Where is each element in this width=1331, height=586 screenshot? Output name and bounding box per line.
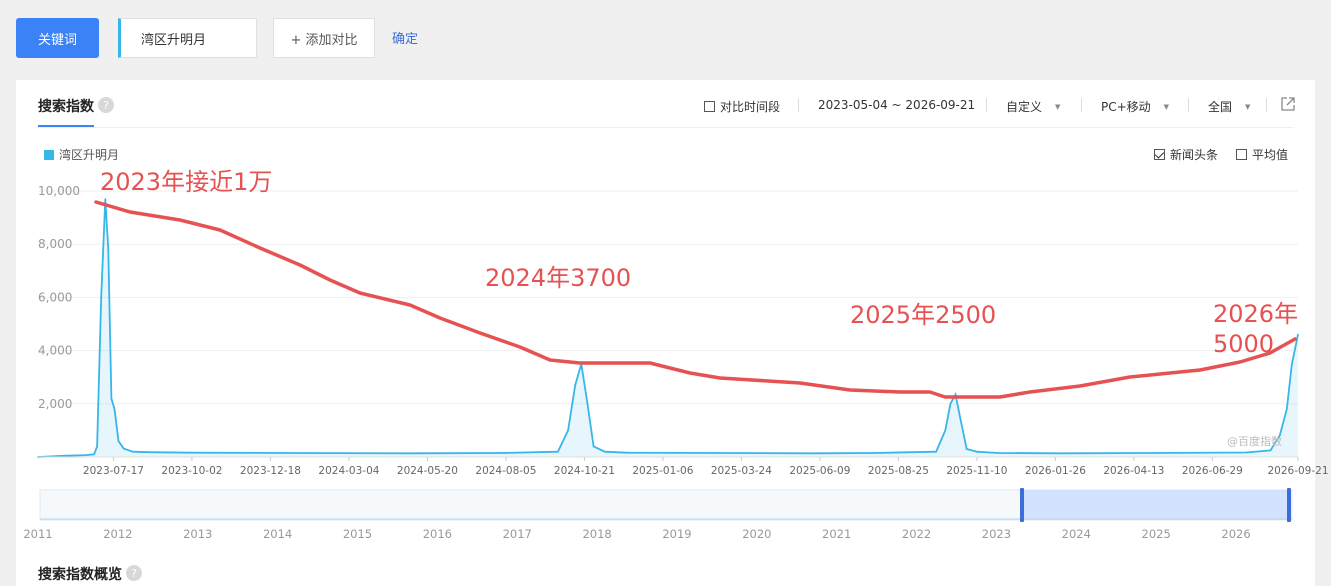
data-point [959, 419, 962, 421]
data-point [1297, 333, 1299, 336]
timeline-tick-label: 2014 [263, 527, 292, 541]
x-tick-label: 2025-03-24 [711, 465, 772, 477]
data-point [1291, 363, 1293, 365]
x-tick-label: 2026-04-13 [1103, 465, 1164, 477]
timeline-tick-label: 2018 [582, 527, 611, 541]
x-tick-label: 2025-08-25 [868, 465, 929, 477]
annotation-label: 5000 [1213, 330, 1274, 358]
data-point [113, 408, 116, 410]
data-point [85, 454, 87, 456]
series-points [37, 198, 1299, 458]
data-point [954, 393, 957, 396]
x-tick-label: 2024-03-04 [318, 465, 379, 477]
x-tick-label: 2023-10-02 [161, 465, 222, 477]
x-tick-label: 2024-08-05 [475, 465, 536, 477]
data-point [501, 452, 503, 454]
data-point [65, 454, 68, 457]
timeline-brush: 2011 2012 2013 2014 2015 2016 2017 2018 2019 2020… [23, 488, 1293, 541]
x-tick-label: 2024-05-20 [397, 465, 458, 477]
x-axis: 2023-07-17 2023-10-02 2023-12-18 2024-03-04… [38, 456, 1329, 477]
data-point [935, 450, 937, 453]
x-tick-label: 2025-01-06 [632, 465, 693, 477]
data-point [949, 403, 952, 405]
annotation-label: 2026年 [1213, 300, 1298, 328]
timeline-tick-label: 2015 [343, 527, 372, 541]
data-point [1269, 449, 1272, 452]
watermark: @百度指数 [1227, 434, 1282, 448]
x-tick-label: 2024-10-21 [554, 465, 615, 477]
data-point [190, 451, 192, 454]
timeline-tick-label: 2019 [662, 527, 691, 541]
x-tick-label: 2026-09-21 [1267, 465, 1328, 477]
data-point [574, 384, 576, 387]
x-tick-label: 2026-06-29 [1182, 465, 1243, 477]
y-tick-label: 2,000 [38, 397, 72, 411]
series-area [38, 199, 1298, 457]
data-point [1245, 451, 1247, 454]
data-point [965, 448, 968, 450]
data-point [407, 452, 409, 455]
data-point [93, 453, 95, 456]
annotations: 2023年接近1万 2024年3700 2025年2500 2026年5000 [100, 168, 1298, 358]
search-index-chart: 10,0008,0006,0004,0002,000 2023-07-17 202… [23, 168, 1329, 541]
timeline-tick-label: 2023 [982, 527, 1011, 541]
x-tick-label: 2023-07-17 [83, 465, 144, 477]
x-tick-label: 2026-01-26 [1025, 465, 1086, 477]
timeline-handle-right [1287, 488, 1291, 522]
data-point [96, 445, 98, 448]
data-point [567, 429, 569, 432]
data-point [107, 248, 110, 251]
data-point [944, 429, 947, 432]
annotation-label: 2025年2500 [850, 301, 996, 329]
y-tick-label: 10,000 [38, 184, 80, 198]
timeline-tick-label: 2013 [183, 527, 212, 541]
data-point [586, 403, 589, 405]
annotation-trend-line [94, 200, 1297, 399]
timeline-tick-label: 2016 [423, 527, 452, 541]
timeline-handle-left [1020, 488, 1024, 522]
data-point [1286, 408, 1288, 410]
data-point [104, 198, 107, 200]
data-point [810, 452, 813, 455]
timeline-tick-label: 2021 [822, 527, 851, 541]
data-point [604, 450, 606, 453]
data-point [283, 452, 286, 454]
data-point [976, 450, 978, 453]
timeline-tick-label: 2012 [103, 527, 132, 541]
timeline-tick-label: 2026 [1221, 527, 1250, 541]
data-point [1060, 452, 1063, 455]
timeline-tick-label: 2017 [503, 527, 532, 541]
data-point [997, 452, 1000, 454]
timeline-tick-label: 2025 [1142, 527, 1171, 541]
y-tick-label: 8,000 [38, 237, 72, 251]
data-point [147, 451, 149, 454]
x-tick-label: 2025-11-10 [946, 465, 1007, 477]
data-point [117, 440, 120, 442]
data-point [557, 450, 559, 453]
timeline-selection [1022, 490, 1289, 520]
timeline-tick-label: 2011 [23, 527, 52, 541]
series-line [37, 198, 1299, 458]
y-tick-label: 4,000 [38, 344, 72, 358]
y-tick-label: 6,000 [38, 290, 72, 304]
timeline-tick-label: 2022 [902, 527, 931, 541]
data-point [625, 451, 627, 454]
data-point [873, 452, 875, 454]
timeline-tick-label: 2020 [742, 527, 771, 541]
data-point [1151, 452, 1153, 454]
data-point [717, 452, 719, 454]
data-point [122, 447, 125, 450]
timeline-tick-label: 2024 [1062, 527, 1091, 541]
annotation-label: 2023年接近1万 [100, 168, 272, 196]
chart-grid [38, 190, 1298, 405]
data-point [132, 450, 134, 453]
data-point [110, 397, 113, 400]
x-tick-label: 2025-06-09 [789, 465, 850, 477]
data-point [100, 296, 102, 299]
data-point [592, 445, 595, 448]
annotation-label: 2024年3700 [485, 264, 631, 292]
x-tick-label: 2023-12-18 [240, 465, 301, 477]
